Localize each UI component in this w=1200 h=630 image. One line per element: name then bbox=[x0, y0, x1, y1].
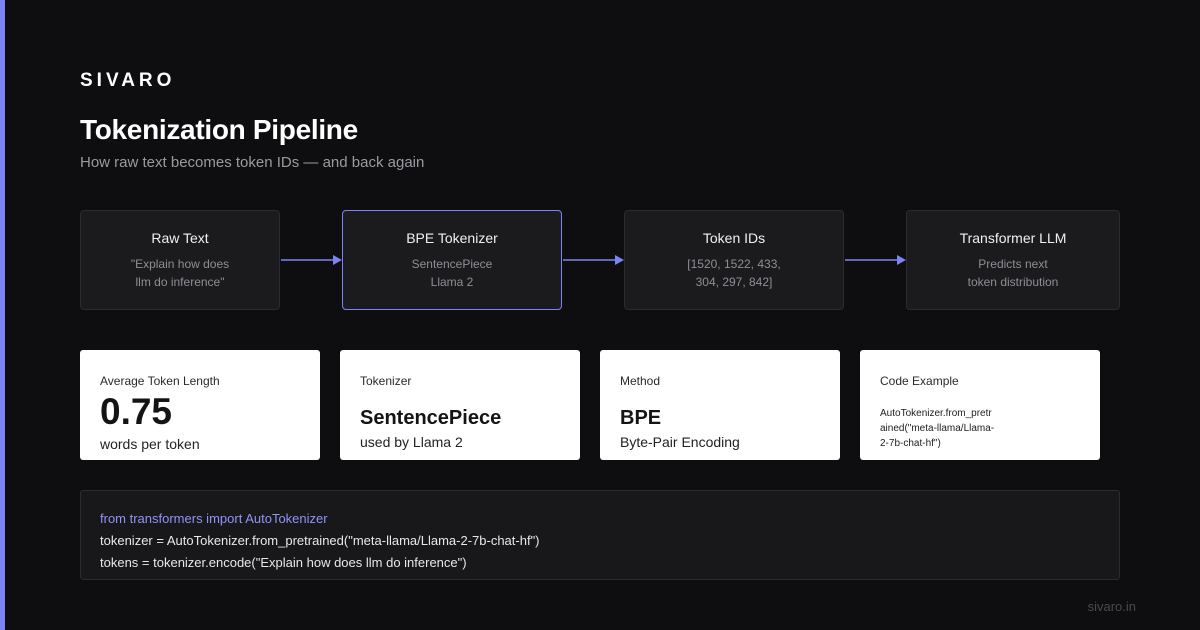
card-label: Average Token Length bbox=[100, 374, 220, 388]
card-label: Tokenizer bbox=[360, 374, 412, 388]
stat-card-method: Method BPE Byte-Pair Encoding bbox=[600, 350, 840, 460]
stat-card-tokenizer: Tokenizer SentencePiece used by Llama 2 bbox=[340, 350, 580, 460]
code-line-tokens: tokens = tokenizer.encode("Explain how d… bbox=[100, 555, 467, 570]
footer-url: sivaro.in bbox=[1087, 599, 1136, 614]
card-label: Method bbox=[620, 374, 661, 388]
arrow-raw-to-bpe bbox=[281, 255, 342, 265]
card-label: Code Example bbox=[880, 374, 959, 388]
code-block: from transformers import AutoTokenizer t… bbox=[80, 490, 1120, 580]
arrow-ids-to-llm bbox=[845, 255, 906, 265]
card-footnote: used by Llama 2 bbox=[360, 434, 463, 450]
card-value: BPE bbox=[620, 407, 662, 429]
code-line-tokenizer: tokenizer = AutoTokenizer.from_pretraine… bbox=[100, 533, 540, 548]
card-footnote: words per token bbox=[100, 436, 200, 452]
card-value: 0.75 bbox=[100, 391, 173, 432]
card-footnote: Byte-Pair Encoding bbox=[620, 434, 740, 450]
arrow-bpe-to-ids bbox=[563, 255, 624, 265]
card-value: SentencePiece bbox=[360, 407, 502, 429]
stat-card-code-example: Code Example AutoTokenizer.from_pretrain… bbox=[860, 350, 1100, 460]
stat-card-average-token-length: Average Token Length 0.75 words per toke… bbox=[80, 350, 320, 460]
code-line-import: from transformers import AutoTokenizer bbox=[100, 511, 328, 526]
card-code-snippet: AutoTokenizer.from_pretrained("meta-llam… bbox=[880, 408, 995, 449]
